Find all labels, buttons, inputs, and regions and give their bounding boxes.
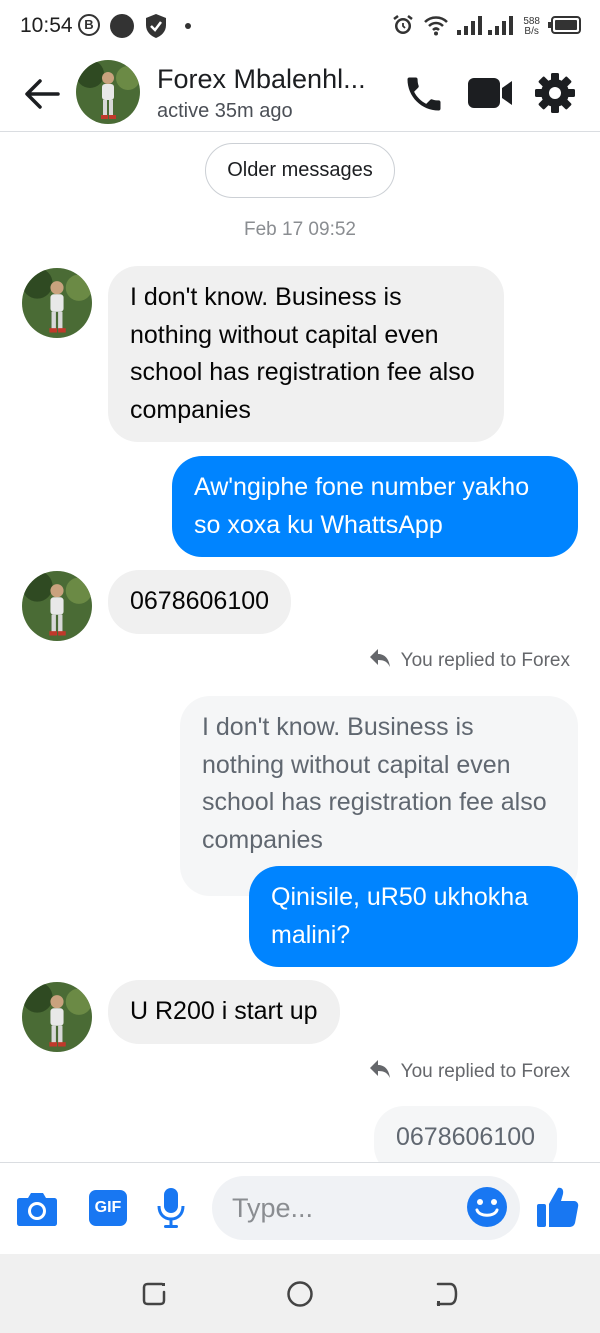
notification-dot-icon: [110, 14, 134, 38]
reply-indicator: You replied to Forex: [369, 1059, 570, 1085]
incoming-message[interactable]: U R200 i start up: [108, 980, 340, 1044]
older-messages-button[interactable]: Older messages: [205, 143, 395, 198]
camera-icon[interactable]: [16, 1191, 58, 1232]
sender-avatar[interactable]: [22, 982, 92, 1052]
reply-indicator: You replied to Forex: [369, 648, 570, 674]
small-dot-icon: [185, 23, 191, 29]
system-back-icon[interactable]: [432, 1280, 460, 1313]
reply-arrow-icon: [369, 648, 391, 674]
wifi-icon: [423, 14, 449, 41]
incoming-message[interactable]: I don't know. Business is nothing withou…: [108, 266, 504, 442]
signal-icon: [457, 14, 515, 41]
phone-icon[interactable]: [402, 72, 446, 121]
message-composer: GIF: [0, 1162, 600, 1254]
sender-avatar[interactable]: [22, 571, 92, 641]
sender-avatar[interactable]: [22, 268, 92, 338]
status-time: 10:54: [20, 14, 73, 37]
status-bar: 10:54 B 588 B/s: [0, 0, 600, 52]
reply-label-text: You replied to Forex: [400, 1061, 570, 1082]
emoji-icon[interactable]: [466, 1186, 508, 1233]
gif-icon[interactable]: GIF: [89, 1190, 127, 1226]
contact-name[interactable]: Forex Mbalenhl...: [157, 64, 377, 95]
active-status: active 35m ago: [157, 100, 293, 122]
outgoing-message[interactable]: Qinisile, uR50 ukhokha malini?: [249, 866, 578, 967]
home-icon[interactable]: [286, 1280, 314, 1313]
shield-icon: [145, 13, 167, 44]
reply-label-text: You replied to Forex: [400, 650, 570, 671]
gear-icon[interactable]: [534, 72, 576, 119]
contact-avatar[interactable]: [76, 60, 140, 124]
thumbs-up-icon[interactable]: [536, 1185, 580, 1234]
recent-apps-icon[interactable]: [140, 1280, 168, 1313]
conversation-header: Forex Mbalenhl... active 35m ago: [0, 52, 600, 132]
battery-icon: [548, 15, 582, 40]
reply-arrow-icon: [369, 1059, 391, 1085]
date-stamp: Feb 17 09:52: [244, 219, 356, 240]
status-icons: 588 B/s: [391, 12, 582, 42]
network-speed-unit: B/s: [524, 26, 539, 37]
b-badge-icon: B: [78, 14, 100, 36]
outgoing-message[interactable]: Aw'ngiphe fone number yakho so xoxa ku W…: [172, 456, 578, 557]
microphone-icon[interactable]: [156, 1187, 186, 1234]
message-input[interactable]: [232, 1188, 472, 1228]
video-camera-icon[interactable]: [467, 74, 513, 117]
incoming-message[interactable]: 0678606100: [108, 570, 292, 634]
network-speed: 588 B/s: [523, 17, 540, 37]
system-navigation-bar: [0, 1254, 600, 1333]
back-arrow-icon[interactable]: [22, 74, 62, 114]
alarm-icon: [391, 13, 415, 42]
